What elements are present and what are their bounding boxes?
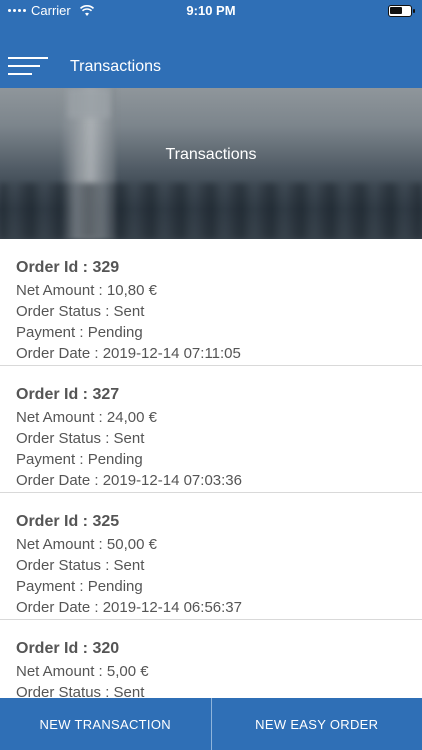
order-payment: Payment : Pending <box>16 324 143 341</box>
order-payment: Payment : Pending <box>16 451 143 468</box>
new-transaction-button[interactable]: NEW TRANSACTION <box>0 698 211 750</box>
battery-icon <box>388 5 415 17</box>
banner-city <box>0 183 422 239</box>
order-status: Order Status : Sent <box>16 557 145 574</box>
banner-image: Transactions <box>0 88 422 239</box>
order-status: Order Status : Sent <box>16 684 145 698</box>
order-item[interactable]: Order Id : 327 Net Amount : 24,00 € Orde… <box>0 366 422 493</box>
order-id: Order Id : 329 <box>16 259 120 276</box>
order-date: Order Date : 2019-12-14 06:56:37 <box>16 599 242 616</box>
status-right <box>388 5 415 17</box>
bottom-action-bar: NEW TRANSACTION NEW EASY ORDER <box>0 698 422 750</box>
order-net-amount: Net Amount : 10,80 € <box>16 282 157 299</box>
order-item[interactable]: Order Id : 320 Net Amount : 5,00 € Order… <box>0 620 422 698</box>
order-status: Order Status : Sent <box>16 303 145 320</box>
order-date: Order Date : 2019-12-14 07:11:05 <box>16 345 241 362</box>
new-easy-order-button[interactable]: NEW EASY ORDER <box>210 698 422 750</box>
order-id: Order Id : 325 <box>16 513 120 530</box>
order-payment: Payment : Pending <box>16 578 143 595</box>
banner-tower-top <box>68 88 110 118</box>
order-date: Order Date : 2019-12-14 07:03:36 <box>16 472 242 489</box>
hamburger-menu-icon[interactable] <box>8 54 50 78</box>
page-title: Transactions <box>70 58 161 75</box>
banner-title: Transactions <box>165 146 257 163</box>
order-net-amount: Net Amount : 5,00 € <box>16 663 149 680</box>
order-id: Order Id : 320 <box>16 640 120 657</box>
app-header: Carrier 9:10 PM Transactions <box>0 0 422 88</box>
order-item[interactable]: Order Id : 329 Net Amount : 10,80 € Orde… <box>0 239 422 366</box>
transactions-list[interactable]: Order Id : 329 Net Amount : 10,80 € Orde… <box>0 239 422 698</box>
status-time: 9:10 PM <box>186 3 236 18</box>
order-net-amount: Net Amount : 50,00 € <box>16 536 157 553</box>
status-bar: Carrier 9:10 PM <box>0 0 422 22</box>
order-item[interactable]: Order Id : 325 Net Amount : 50,00 € Orde… <box>0 493 422 620</box>
battery-level <box>390 7 402 14</box>
order-id: Order Id : 327 <box>16 386 120 403</box>
order-net-amount: Net Amount : 24,00 € <box>16 409 157 426</box>
order-status: Order Status : Sent <box>16 430 145 447</box>
